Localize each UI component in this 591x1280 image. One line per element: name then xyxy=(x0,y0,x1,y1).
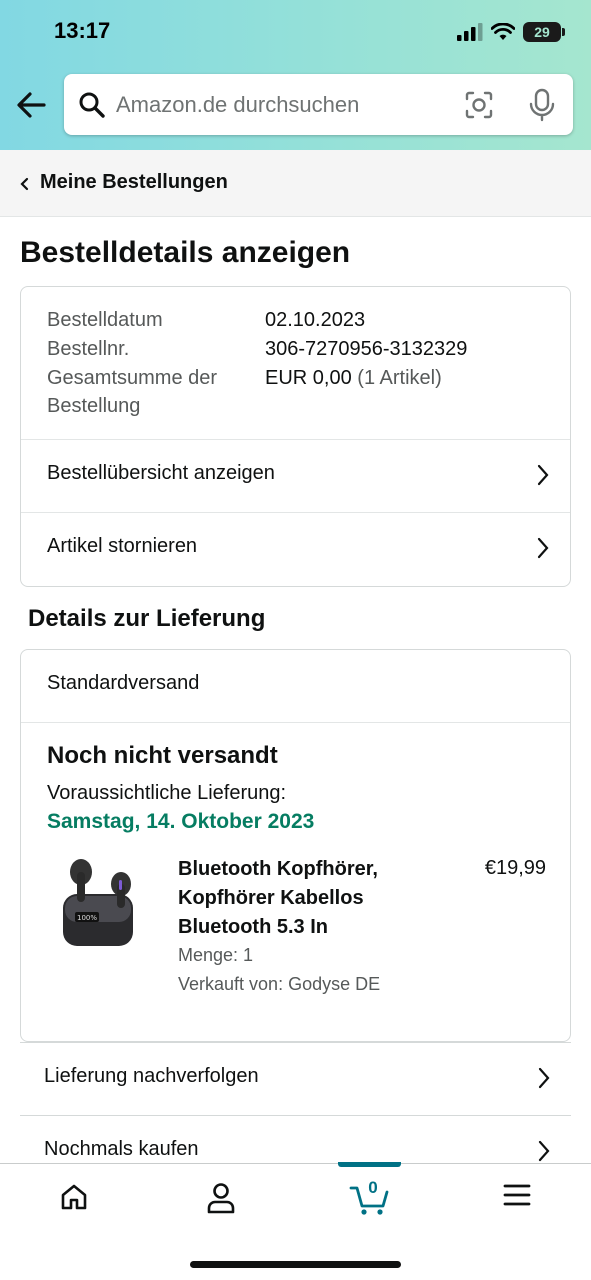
search-icon xyxy=(79,92,105,118)
nav-cart[interactable] xyxy=(296,1164,443,1234)
order-total-label-line2: Bestellung xyxy=(47,395,141,417)
search-input[interactable] xyxy=(116,88,446,122)
order-date-value: 02.10.2023 xyxy=(265,309,366,331)
signal-icon xyxy=(457,23,483,41)
chevron-left-icon xyxy=(20,177,29,191)
order-date-label: Bestelldatum xyxy=(47,309,163,331)
product-quantity: Menge: 1 xyxy=(178,945,254,965)
product-seller: Verkauft von: Godyse DE xyxy=(178,974,381,994)
search-bar[interactable] xyxy=(64,74,573,135)
status-icons: 29 xyxy=(457,20,565,44)
header: 13:17 29 xyxy=(0,0,591,150)
product-price: €19,99 xyxy=(484,857,546,879)
earbuds-product-image[interactable]: 100% xyxy=(51,850,151,960)
microphone-icon[interactable] xyxy=(527,88,557,122)
nav-menu[interactable] xyxy=(443,1164,590,1234)
battery-icon: 29 xyxy=(523,22,565,42)
order-total-value: EUR 0,00 (1 Artikel) xyxy=(265,367,442,390)
battery-level: 29 xyxy=(534,24,550,40)
breadcrumb[interactable]: Meine Bestellungen xyxy=(0,150,591,217)
page-title: Bestelldetails anzeigen xyxy=(20,236,351,269)
order-summary-card: Bestelldatum 02.10.2023 Bestellnr. 306-7… xyxy=(20,286,571,587)
home-indicator xyxy=(190,1261,401,1268)
nav-account[interactable] xyxy=(147,1164,294,1234)
breadcrumb-label[interactable]: Meine Bestellungen xyxy=(40,171,228,194)
order-number-value: 306-7270956-3132329 xyxy=(265,338,468,360)
buy-again-label: Nochmals kaufen xyxy=(44,1138,199,1160)
order-total-label-line1: Gesamtsumme der xyxy=(47,367,218,389)
svg-text:100%: 100% xyxy=(77,914,97,922)
home-icon xyxy=(61,1184,86,1210)
shipment-status: Noch nicht versandt xyxy=(47,742,278,769)
chevron-right-icon xyxy=(538,1140,550,1162)
cancel-items-label: Artikel stornieren xyxy=(47,535,198,557)
estimated-delivery-label: Voraussichtliche Lieferung: xyxy=(47,782,287,804)
divider xyxy=(21,722,570,723)
account-icon xyxy=(207,1183,234,1214)
wifi-icon xyxy=(491,23,515,40)
status-time: 13:17 xyxy=(54,18,111,43)
menu-icon xyxy=(503,1184,530,1206)
order-item-count: (1 Artikel) xyxy=(357,367,442,389)
product-title[interactable]: Bluetooth Kopfhörer, Kopfhörer Kabellos … xyxy=(178,855,428,942)
back-arrow-icon[interactable] xyxy=(14,88,48,122)
cart-count-badge: 0 xyxy=(368,1178,378,1197)
delivery-section-title: Details zur Lieferung xyxy=(28,605,266,632)
chevron-right-icon xyxy=(537,537,549,559)
camera-scan-icon[interactable] xyxy=(464,90,494,120)
chevron-right-icon xyxy=(538,1067,550,1089)
chevron-right-icon xyxy=(537,464,549,486)
view-order-summary-label: Bestellübersicht anzeigen xyxy=(47,462,275,484)
estimated-delivery-date: Samstag, 14. Oktober 2023 xyxy=(47,810,315,833)
nav-home[interactable] xyxy=(0,1164,147,1234)
shipping-method: Standardversand xyxy=(47,672,200,694)
delivery-card: Standardversand Noch nicht versandt Vora… xyxy=(20,649,571,1042)
track-delivery-link[interactable]: Lieferung nachverfolgen xyxy=(20,1042,571,1114)
view-order-summary-link[interactable]: Bestellübersicht anzeigen xyxy=(21,440,570,512)
order-number-label: Bestellnr. xyxy=(47,338,130,360)
order-total-amount: EUR 0,00 xyxy=(265,367,352,389)
cancel-items-link[interactable]: Artikel stornieren xyxy=(21,513,570,585)
track-delivery-label: Lieferung nachverfolgen xyxy=(44,1065,259,1087)
